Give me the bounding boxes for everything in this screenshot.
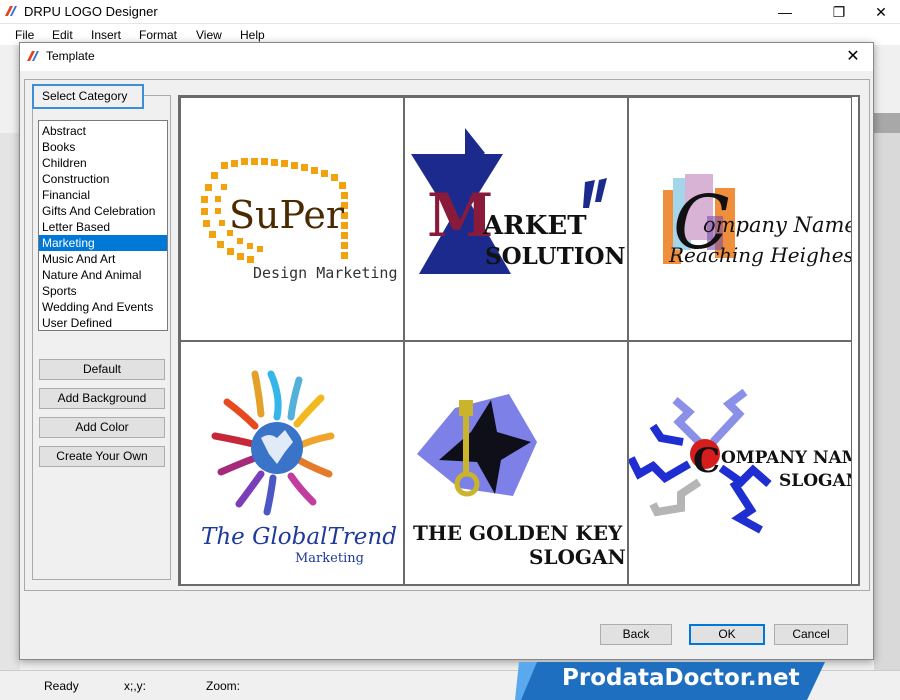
coordinate-readout: x;,y: bbox=[124, 679, 147, 693]
market-logo-title: ARKET bbox=[482, 211, 587, 241]
globaltrend-logo-graphic: The GlobalTrend Marketing bbox=[201, 370, 397, 566]
close-window-button[interactable]: ✕ bbox=[858, 0, 900, 24]
template-dialog: Template ✕ Select Category Abstract Book… bbox=[19, 42, 874, 660]
market-logo-subtitle: SOLUTION bbox=[485, 243, 626, 270]
company-logo-graphic: C ompany Name Reaching Heighest bbox=[663, 174, 852, 267]
menu-file[interactable]: File bbox=[15, 28, 34, 42]
template-market-solution[interactable]: M ARKET SOLUTION bbox=[404, 97, 628, 341]
menu-help[interactable]: Help bbox=[240, 28, 265, 42]
template-grid: SuPer Design Marketing M ARKET SOLUTION bbox=[178, 95, 860, 586]
app-logo-icon bbox=[5, 6, 17, 16]
zoom-readout: Zoom: bbox=[206, 679, 241, 693]
create-your-own-button[interactable]: Create Your Own bbox=[39, 446, 165, 467]
category-item[interactable]: Sports bbox=[39, 283, 167, 299]
template-company-name-reaching[interactable]: C ompany Name Reaching Heighest bbox=[628, 97, 852, 341]
menu-edit[interactable]: Edit bbox=[52, 28, 73, 42]
select-category-label: Select Category bbox=[32, 84, 144, 109]
title-bar: DRPU LOGO Designer — ❐ ✕ bbox=[0, 0, 900, 24]
super-logo-subtitle: Design Marketing bbox=[253, 264, 398, 282]
dialog-close-button[interactable]: ✕ bbox=[841, 46, 865, 66]
dialog-logo-icon bbox=[27, 51, 39, 61]
category-item[interactable]: Gifts And Celebration bbox=[39, 203, 167, 219]
back-button[interactable]: Back bbox=[600, 624, 672, 645]
cancel-button[interactable]: Cancel bbox=[774, 624, 848, 645]
category-list[interactable]: Abstract Books Children Construction Fin… bbox=[38, 120, 168, 331]
companyslogan-logo-title: OMPANY NAME bbox=[721, 448, 852, 468]
companyslogan-logo-mark: C bbox=[693, 441, 720, 481]
market-logo-graphic: M ARKET SOLUTION bbox=[411, 128, 626, 274]
category-item[interactable]: Wedding And Events bbox=[39, 299, 167, 315]
ok-button[interactable]: OK bbox=[689, 624, 765, 645]
company-logo-subtitle: Reaching Heighest bbox=[668, 243, 852, 267]
template-company-name-slogan[interactable]: C OMPANY NAME SLOGAN bbox=[628, 341, 852, 585]
right-panel-strip bbox=[874, 113, 900, 133]
super-logo-title: SuPer bbox=[229, 193, 345, 237]
template-super-design-marketing[interactable]: SuPer Design Marketing bbox=[180, 97, 404, 341]
dialog-title: Template bbox=[46, 49, 95, 63]
globaltrend-logo-title: The GlobalTrend bbox=[201, 524, 397, 550]
default-button[interactable]: Default bbox=[39, 359, 165, 380]
menu-view[interactable]: View bbox=[196, 28, 222, 42]
category-item[interactable]: Financial bbox=[39, 187, 167, 203]
category-item[interactable]: User Defined bbox=[39, 315, 167, 331]
globaltrend-logo-subtitle: Marketing bbox=[295, 551, 364, 566]
template-global-trend[interactable]: The GlobalTrend Marketing bbox=[180, 341, 404, 585]
menu-format[interactable]: Format bbox=[139, 28, 177, 42]
goldenkey-logo-title: THE GOLDEN KEY bbox=[413, 521, 623, 545]
category-item[interactable]: Nature And Animal bbox=[39, 267, 167, 283]
status-text: Ready bbox=[44, 679, 79, 693]
watermark-banner-text: ProdataDoctor.net bbox=[562, 665, 800, 691]
category-item[interactable]: Books bbox=[39, 139, 167, 155]
companyslogan-logo-graphic: C OMPANY NAME SLOGAN bbox=[629, 388, 852, 534]
company-logo-title: ompany Name bbox=[703, 213, 852, 237]
category-item[interactable]: Letter Based bbox=[39, 219, 167, 235]
minimize-button[interactable]: — bbox=[762, 0, 808, 24]
template-golden-key[interactable]: THE GOLDEN KEY SLOGAN bbox=[404, 341, 628, 585]
add-background-button[interactable]: Add Background bbox=[39, 388, 165, 409]
category-item[interactable]: Construction bbox=[39, 171, 167, 187]
category-item-selected[interactable]: Marketing bbox=[39, 235, 167, 251]
app-title: DRPU LOGO Designer bbox=[24, 4, 158, 19]
right-panel bbox=[874, 133, 900, 673]
goldenkey-logo-graphic: THE GOLDEN KEY SLOGAN bbox=[413, 394, 626, 569]
category-item[interactable]: Abstract bbox=[39, 123, 167, 139]
add-color-button[interactable]: Add Color bbox=[39, 417, 165, 438]
super-logo-graphic: SuPer Design Marketing bbox=[201, 158, 398, 282]
goldenkey-logo-subtitle: SLOGAN bbox=[529, 545, 626, 569]
menu-insert[interactable]: Insert bbox=[91, 28, 121, 42]
left-toolbox bbox=[0, 133, 20, 683]
category-item[interactable]: Children bbox=[39, 155, 167, 171]
dialog-title-bar: Template ✕ bbox=[20, 43, 873, 71]
category-item[interactable]: Music And Art bbox=[39, 251, 167, 267]
companyslogan-logo-subtitle: SLOGAN bbox=[779, 471, 852, 491]
maximize-button[interactable]: ❐ bbox=[816, 0, 862, 24]
